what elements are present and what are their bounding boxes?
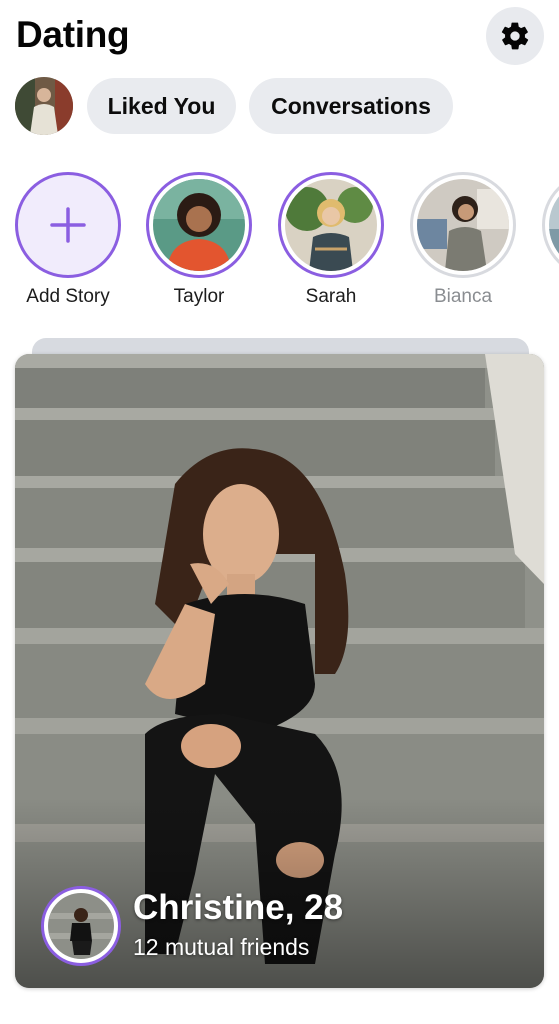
story-bianca[interactable]: Bianca: [408, 172, 518, 308]
story-label: Taylor: [173, 286, 225, 307]
stories-row: Add Story Taylor Sarah Bianca: [0, 172, 559, 312]
profile-name-age: Christine, 28: [133, 888, 344, 927]
story-label: Sp: [540, 286, 559, 308]
conversations-chip[interactable]: Conversations: [249, 78, 453, 134]
profile-avatar[interactable]: [15, 77, 73, 135]
plus-icon: [50, 207, 86, 243]
liked-you-chip[interactable]: Liked You: [87, 78, 236, 134]
story-photo: [285, 179, 377, 271]
story-label: Add Story: [26, 286, 110, 307]
story-partial[interactable]: Sp: [540, 172, 559, 308]
mutual-friends-count: 12 mutual friends: [133, 934, 310, 960]
profile-story-avatar[interactable]: [41, 886, 121, 966]
add-story-button[interactable]: Add Story: [13, 172, 123, 308]
story-photo: [153, 179, 245, 271]
profile-card[interactable]: Christine, 28 12 mutual friends: [15, 354, 544, 988]
profile-info: Christine, 28 12 mutual friends: [15, 858, 544, 988]
story-photo: [417, 179, 509, 271]
filter-chip-row: Liked You Conversations: [0, 76, 559, 138]
story-label: Bianca: [433, 286, 493, 307]
story-sarah[interactable]: Sarah: [276, 172, 386, 308]
story-label: Sarah: [305, 286, 357, 307]
gear-icon: [501, 22, 529, 50]
header: Dating: [0, 0, 559, 70]
add-story-circle[interactable]: [15, 172, 121, 278]
settings-button[interactable]: [486, 7, 544, 65]
story-taylor[interactable]: Taylor: [144, 172, 254, 308]
page-title: Dating: [16, 14, 130, 55]
story-photo: [549, 179, 559, 271]
